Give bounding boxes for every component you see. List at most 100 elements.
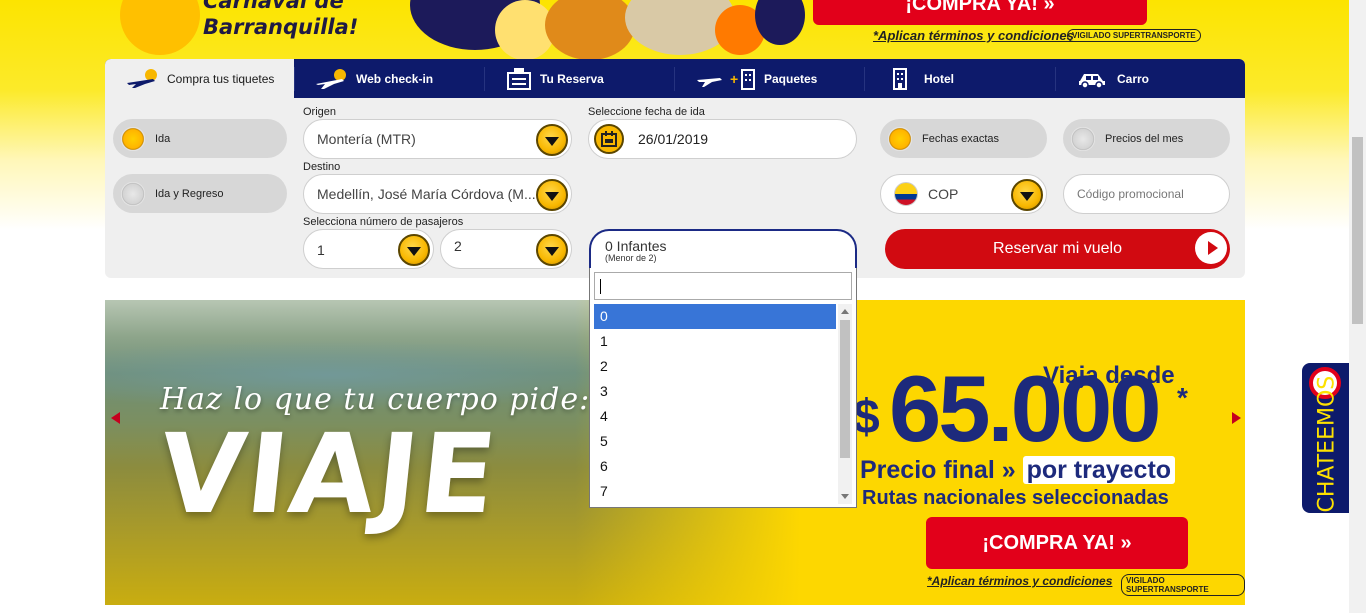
hero-currency-symbol: $ bbox=[853, 391, 880, 444]
promo-code-placeholder: Código promocional bbox=[1077, 187, 1184, 201]
banner-buy-button[interactable]: ¡COMPRA YA! » bbox=[813, 0, 1147, 25]
text-cursor bbox=[600, 279, 601, 294]
chevron-down-icon[interactable] bbox=[536, 179, 568, 211]
tab-label: Carro bbox=[1117, 71, 1150, 86]
trip-one-way-radio[interactable]: Ida bbox=[113, 119, 287, 158]
carousel-prev-icon[interactable] bbox=[111, 412, 120, 424]
dropdown-option[interactable]: 2 bbox=[594, 354, 836, 379]
children-value: 2 bbox=[454, 238, 462, 254]
tab-paquetes[interactable]: + Paquetes bbox=[674, 59, 864, 98]
trip-round-trip-label: Ida y Regreso bbox=[155, 187, 224, 200]
plane-icon bbox=[125, 68, 159, 89]
car-icon bbox=[1077, 69, 1107, 89]
origin-select[interactable]: Montería (MTR) bbox=[303, 119, 572, 159]
dropdown-scroll-thumb[interactable] bbox=[840, 320, 850, 458]
hero-terms-link[interactable]: *Aplican términos y condiciones bbox=[927, 574, 1112, 588]
infants-select[interactable]: 0 Infantes (Menor de 2) bbox=[589, 229, 857, 269]
radio-selected-icon bbox=[888, 126, 912, 151]
hero-final-price-a: Precio final » bbox=[860, 456, 1023, 484]
children-select[interactable]: 2 bbox=[440, 229, 572, 269]
tab-hotel[interactable]: Hotel bbox=[864, 59, 1055, 98]
colombia-flag-icon bbox=[894, 182, 918, 206]
tab-label: Tu Reserva bbox=[540, 71, 604, 86]
tab-web-check-in[interactable]: Web check-in bbox=[294, 59, 484, 98]
scroll-down-icon[interactable] bbox=[841, 494, 849, 499]
dropdown-option[interactable]: 7 bbox=[594, 479, 836, 504]
dropdown-search-input[interactable] bbox=[594, 272, 852, 300]
radio-unselected-icon bbox=[1071, 126, 1095, 151]
tab-buy-tickets[interactable]: Compra tus tiquetes bbox=[105, 59, 294, 98]
dropdown-scrollbar[interactable] bbox=[838, 304, 852, 504]
passengers-label: Selecciona número de pasajeros bbox=[303, 216, 464, 228]
dropdown-option[interactable]: 1 bbox=[594, 329, 836, 354]
scroll-up-icon[interactable] bbox=[841, 309, 849, 314]
book-flight-button[interactable]: Reservar mi vuelo bbox=[885, 229, 1230, 269]
promo-code-input[interactable]: Código promocional bbox=[1063, 174, 1230, 214]
chat-widget[interactable]: CHATEEMOS bbox=[1302, 363, 1349, 513]
hero-routes-text: Rutas nacionales seleccionadas bbox=[862, 487, 1169, 509]
hero-final-price-text: Precio final » por trayecto bbox=[860, 456, 1176, 485]
vigilado-badge: VIGILADO SUPERTRANSPORTE bbox=[1121, 574, 1245, 596]
trip-round-trip-radio[interactable]: Ida y Regreso bbox=[113, 174, 287, 213]
hero-price-asterisk: * bbox=[1177, 382, 1188, 413]
banner-headline-line2: Barranquilla! bbox=[203, 15, 359, 39]
exact-dates-radio[interactable]: Fechas exactas bbox=[880, 119, 1047, 158]
play-arrow-icon bbox=[1195, 232, 1227, 264]
carousel-next-icon[interactable] bbox=[1232, 412, 1241, 424]
hero-buy-button[interactable]: ¡COMPRA YA! » bbox=[926, 517, 1188, 569]
banner-headline: Carnaval de Barranquilla! bbox=[203, 0, 358, 40]
checkin-plane-icon bbox=[314, 68, 348, 90]
hero-price: 65.000 bbox=[889, 356, 1162, 461]
page-scroll-thumb[interactable] bbox=[1352, 137, 1363, 324]
hero-final-price-b: por trayecto bbox=[1022, 456, 1176, 484]
adults-value: 1 bbox=[317, 242, 325, 258]
tab-label: Hotel bbox=[924, 71, 954, 86]
chevron-down-icon[interactable] bbox=[536, 234, 568, 266]
chat-label: CHATEEMOS bbox=[1314, 375, 1340, 513]
chevron-down-icon[interactable] bbox=[536, 124, 568, 156]
infants-dropdown: 0 1 2 3 4 5 6 7 bbox=[589, 268, 857, 508]
svg-text:+: + bbox=[730, 71, 738, 87]
infants-value: 0 Infantes bbox=[605, 238, 667, 254]
departure-date-input[interactable]: 26/01/2019 bbox=[588, 119, 857, 159]
trip-one-way-label: Ida bbox=[155, 132, 171, 145]
reservation-icon bbox=[506, 67, 532, 91]
dropdown-option[interactable]: 0 bbox=[594, 304, 836, 329]
booking-tabs: Compra tus tiquetes Web check-in Tu Rese… bbox=[105, 59, 1245, 98]
infants-note: (Menor de 2) bbox=[605, 253, 657, 263]
origin-value: Montería (MTR) bbox=[317, 131, 416, 147]
destination-value: Medellín, José María Córdova (M... bbox=[317, 186, 536, 202]
exact-dates-label: Fechas exactas bbox=[922, 132, 1000, 145]
page-scrollbar[interactable] bbox=[1349, 0, 1366, 613]
hotel-building-icon bbox=[892, 67, 908, 90]
book-flight-label: Reservar mi vuelo bbox=[993, 240, 1122, 257]
dropdown-option[interactable]: 6 bbox=[594, 454, 836, 479]
radio-unselected-icon bbox=[121, 181, 145, 206]
dropdown-option[interactable]: 5 bbox=[594, 429, 836, 454]
hero-big-word: VIAJE bbox=[153, 410, 504, 538]
banner-terms-link[interactable]: *Aplican términos y condiciones bbox=[873, 28, 1074, 43]
promo-banner-top[interactable]: Carnaval de Barranquilla! ¡COMPRA YA! » … bbox=[105, 0, 1245, 60]
chevron-down-icon[interactable] bbox=[1011, 179, 1043, 211]
banner-decoration bbox=[545, 0, 635, 60]
adults-select[interactable]: 1 bbox=[303, 229, 434, 269]
tab-label: Paquetes bbox=[764, 71, 818, 86]
dropdown-option[interactable]: 3 bbox=[594, 379, 836, 404]
calendar-icon[interactable] bbox=[594, 124, 624, 154]
departure-date-value: 26/01/2019 bbox=[638, 131, 709, 147]
tab-label: Compra tus tiquetes bbox=[167, 71, 275, 86]
departure-date-label: Seleccione fecha de ida bbox=[588, 106, 705, 118]
dropdown-options: 0 1 2 3 4 5 6 7 bbox=[594, 304, 836, 504]
currency-select[interactable]: COP bbox=[880, 174, 1047, 214]
banner-headline-line1: Carnaval de bbox=[203, 0, 344, 13]
plane-hotel-icon: + bbox=[696, 68, 756, 90]
tab-tu-reserva[interactable]: Tu Reserva bbox=[484, 59, 674, 98]
tab-carro[interactable]: Carro bbox=[1055, 59, 1245, 98]
month-prices-radio[interactable]: Precios del mes bbox=[1063, 119, 1230, 158]
chevron-down-icon[interactable] bbox=[398, 234, 430, 266]
tab-label: Web check-in bbox=[356, 71, 434, 86]
dropdown-option[interactable]: 4 bbox=[594, 404, 836, 429]
destination-select[interactable]: Medellín, José María Córdova (M... bbox=[303, 174, 572, 214]
currency-value: COP bbox=[928, 186, 959, 202]
origin-label: Origen bbox=[303, 106, 337, 118]
